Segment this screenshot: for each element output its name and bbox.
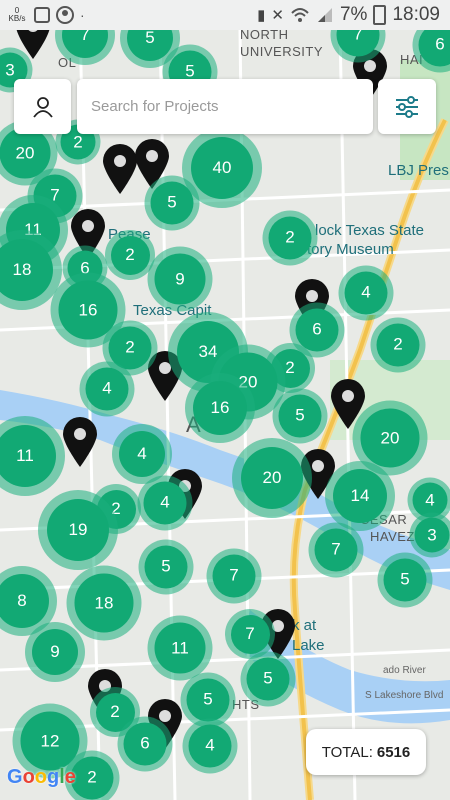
mute-icon: ✕ <box>271 7 284 24</box>
top-controls <box>14 79 436 134</box>
total-badge: TOTAL: 6516 <box>306 729 426 775</box>
cluster-count: 2 <box>70 756 114 800</box>
map-label-lakeshore: S Lakeshore Blvd <box>365 690 444 701</box>
project-cluster[interactable]: 4 <box>137 475 193 531</box>
search-bar[interactable] <box>77 79 373 134</box>
project-cluster[interactable]: 16 <box>185 373 255 443</box>
cluster-count: 9 <box>31 628 79 676</box>
map-pin-icon[interactable] <box>61 416 99 468</box>
clock: 18:09 <box>392 4 440 25</box>
map-label-university: UNIVERSITY <box>240 44 324 59</box>
map-label-colorado-river: ado River <box>383 665 426 676</box>
notification-icon <box>34 7 50 23</box>
project-cluster[interactable]: 18 <box>66 565 142 641</box>
battery-alert-icon: ▮ <box>257 7 266 24</box>
cluster-count: 6 <box>123 722 167 766</box>
cluster-count: 18 <box>74 573 134 633</box>
project-cluster[interactable]: 19 <box>38 490 118 570</box>
cluster-count: 5 <box>383 558 427 602</box>
map-label-museum: tory Museum <box>307 241 394 258</box>
cluster-count: 2 <box>376 323 420 367</box>
project-cluster[interactable]: 2 <box>370 317 426 373</box>
map-label-north: NORTH <box>240 30 289 42</box>
project-cluster[interactable]: 4 <box>79 361 135 417</box>
project-cluster[interactable]: 20 <box>232 438 312 518</box>
cluster-count: 8 <box>0 573 50 629</box>
project-cluster[interactable]: 4 <box>338 265 394 321</box>
cluster-count: 7 <box>212 554 256 598</box>
cluster-count: 5 <box>246 657 290 701</box>
dot-icon: · <box>80 7 85 23</box>
speed-unit: KB/s <box>8 14 26 23</box>
map-label-chavez: HAVEZ <box>370 529 415 544</box>
cluster-count: 14 <box>332 468 388 524</box>
cluster-count: 9 <box>154 253 206 305</box>
cluster-count: 11 <box>154 622 206 674</box>
search-input[interactable] <box>89 97 373 116</box>
total-value: 6516 <box>376 743 411 761</box>
project-cluster[interactable]: 9 <box>147 246 213 312</box>
cluster-count: 19 <box>46 498 110 562</box>
cluster-count: 7 <box>314 528 358 572</box>
map-label-texas-state: lock Texas State <box>315 222 424 239</box>
project-cluster[interactable]: 6 <box>117 716 173 772</box>
cluster-count: 18 <box>0 238 54 302</box>
sliders-icon <box>396 95 418 118</box>
total-label: TOTAL: <box>321 743 373 761</box>
status-bar: 0 KB/s · ▮ ✕ 7% 18:09 <box>0 0 450 30</box>
project-cluster[interactable]: 5 <box>240 651 296 707</box>
project-cluster[interactable]: 5 <box>144 175 200 231</box>
cluster-count: 2 <box>110 235 150 275</box>
cluster-count: 5 <box>150 181 194 225</box>
project-cluster[interactable]: 4 <box>182 718 238 774</box>
project-cluster[interactable]: 7 <box>308 522 364 578</box>
project-cluster[interactable]: 5 <box>272 388 328 444</box>
cluster-count: 4 <box>188 724 232 768</box>
project-cluster[interactable]: 14 <box>325 461 395 531</box>
map-label-lbj: LBJ Pres <box>388 162 449 179</box>
cluster-count: 3 <box>414 517 450 553</box>
project-cluster[interactable]: 2 <box>105 230 155 280</box>
project-cluster[interactable]: 3 <box>409 512 450 558</box>
project-cluster[interactable]: 11 <box>147 615 213 681</box>
cluster-count: 11 <box>0 424 57 488</box>
map[interactable]: NORTH UNIVERSITY LBJ Pres lock Texas Sta… <box>0 30 450 800</box>
battery-icon <box>373 5 387 25</box>
project-cluster[interactable]: 6 <box>289 302 345 358</box>
cluster-count: 5 <box>278 394 322 438</box>
cluster-count: 4 <box>85 367 129 411</box>
cluster-count: 7 <box>230 614 270 654</box>
cluster-count: 4 <box>143 481 187 525</box>
cluster-count: 20 <box>360 408 420 468</box>
project-cluster[interactable]: 5 <box>138 539 194 595</box>
cluster-count: 5 <box>186 678 230 722</box>
cluster-count: 20 <box>240 446 304 510</box>
wifi-icon <box>291 8 309 22</box>
project-cluster[interactable]: 7 <box>206 548 262 604</box>
cluster-count: 6 <box>418 30 450 67</box>
cluster-count: 2 <box>268 216 312 260</box>
user-icon <box>32 96 53 118</box>
project-cluster[interactable]: 5 <box>377 552 433 608</box>
cluster-count: 4 <box>344 271 388 315</box>
cluster-count: 7 <box>61 30 109 59</box>
filter-button[interactable] <box>378 79 436 134</box>
project-cluster[interactable]: 9 <box>25 622 85 682</box>
cluster-count: 4 <box>118 430 166 478</box>
cluster-count: 6 <box>295 308 339 352</box>
cluster-count: 7 <box>336 30 380 57</box>
battery-percent: 7% <box>339 4 368 25</box>
network-speed: 0 KB/s <box>6 7 28 23</box>
profile-button[interactable] <box>14 79 71 134</box>
cluster-count: 16 <box>192 380 248 436</box>
signal-icon <box>317 8 332 22</box>
project-cluster[interactable]: 2 <box>262 210 318 266</box>
google-logo: Google <box>7 766 76 788</box>
cluster-count: 5 <box>144 545 188 589</box>
cluster-count: 40 <box>190 136 254 200</box>
account-icon <box>56 6 74 24</box>
